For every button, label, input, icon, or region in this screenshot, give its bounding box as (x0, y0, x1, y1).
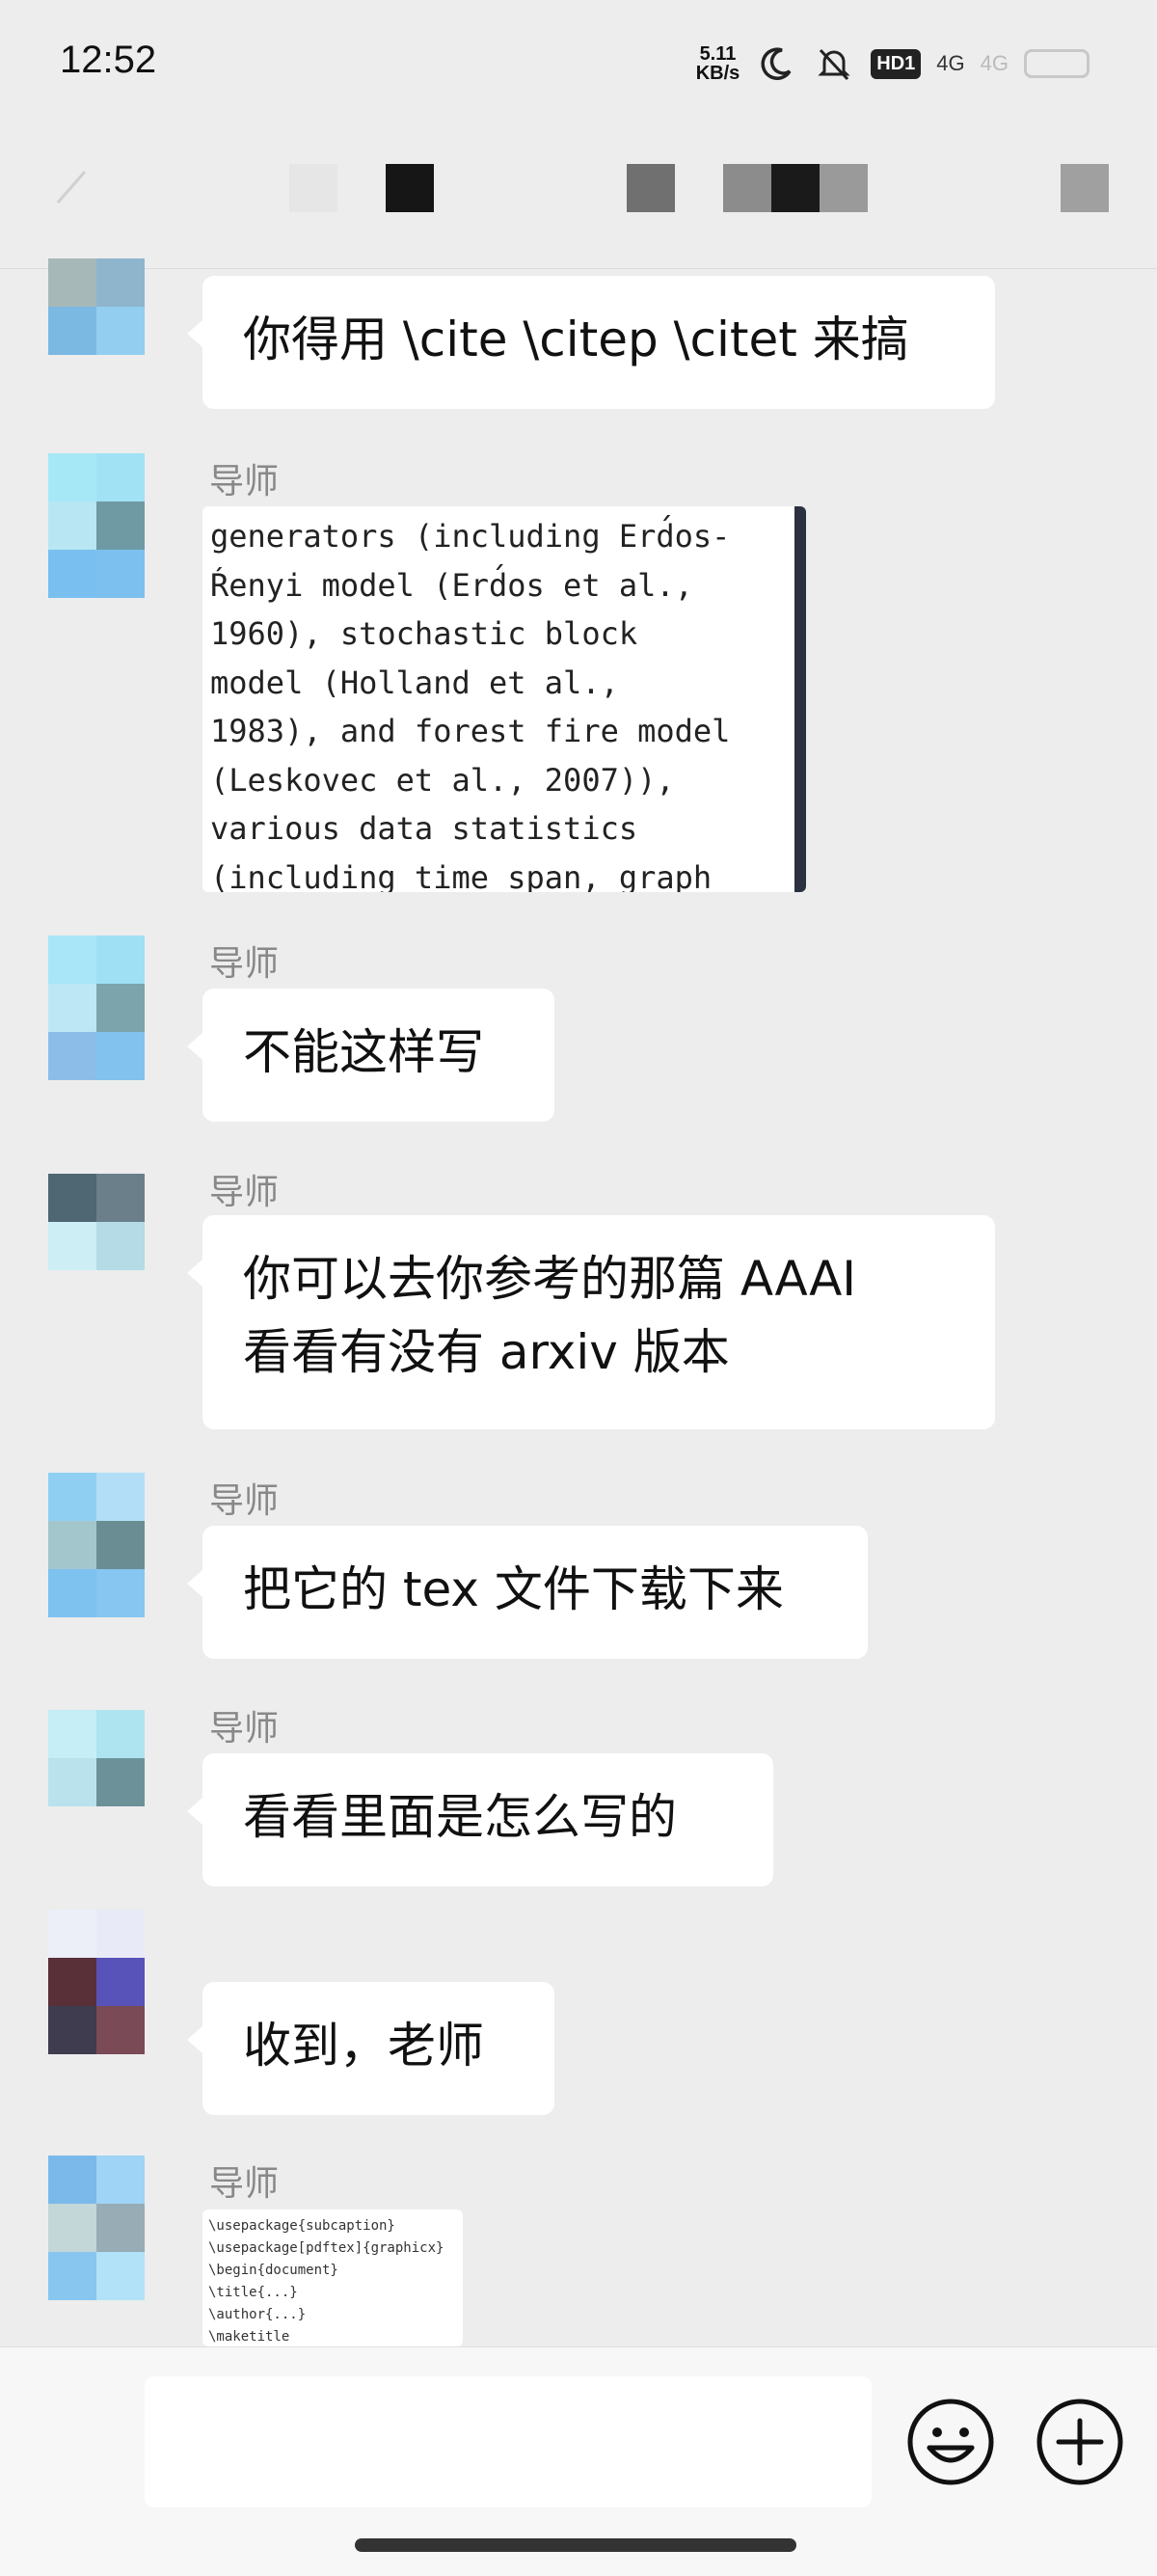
message-bubble[interactable]: 你得用 \cite \citep \citet 来搞 (187, 276, 995, 409)
message-bubble[interactable]: 收到，老师 (187, 1982, 554, 2115)
avatar[interactable] (48, 1174, 145, 1270)
add-icon[interactable] (1034, 2396, 1126, 2488)
sender-name: 导师 (209, 2164, 280, 2204)
hd-badge: HD1 (871, 48, 922, 79)
avatar[interactable] (48, 1710, 145, 1806)
avatar[interactable] (48, 258, 145, 355)
image-message-content: generators (including Erd́os- Ŕenyi mod… (210, 518, 731, 892)
avatar[interactable] (48, 1910, 145, 2054)
emoji-icon[interactable] (904, 2396, 997, 2488)
status-time: 12:52 (60, 39, 157, 81)
message-text: 不能这样写 (243, 1024, 484, 1080)
sender-name: 导师 (209, 1481, 280, 1521)
sender-name: 导师 (209, 462, 280, 502)
message-input[interactable] (145, 2376, 872, 2508)
signal-1-label: 4G (936, 51, 965, 75)
sender-name: 导师 (209, 1709, 280, 1749)
sender-name: 导师 (209, 944, 280, 984)
message-text-line-2: 看看有没有 arxiv 版本 (243, 1324, 730, 1380)
message-bubble[interactable]: 不能这样写 (187, 989, 554, 1122)
network-speed-unit: KB/s (695, 63, 740, 84)
chat-header (0, 125, 1157, 269)
signal-2-label: 4G (980, 51, 1009, 75)
message-bubble[interactable]: 你可以去你参考的那篇 AAAI 看看有没有 arxiv 版本 (187, 1215, 995, 1429)
message-bubble[interactable]: 把它的 tex 文件下载下来 (187, 1526, 868, 1659)
network-speed-value: 5.11 (699, 43, 737, 65)
message-text-line-1: 你可以去你参考的那篇 AAAI (243, 1251, 857, 1307)
back-arrow-icon[interactable] (52, 164, 91, 222)
bell-off-icon (813, 42, 855, 85)
image-message[interactable]: generators (including Erd́os- Ŕenyi mod… (202, 506, 806, 892)
image-scrollbar (794, 506, 806, 892)
network-speed: 5.11 KB/s (696, 44, 740, 83)
home-indicator[interactable] (355, 2538, 796, 2552)
avatar[interactable] (48, 453, 145, 598)
image-message-content: \usepackage{subcaption} \usepackage[pdft… (208, 2218, 444, 2345)
avatar[interactable] (48, 1473, 145, 1617)
avatar[interactable] (48, 2156, 145, 2300)
message-text: 收到，老师 (243, 2018, 484, 2074)
image-message[interactable]: \usepackage{subcaption} \usepackage[pdft… (202, 2210, 463, 2346)
moon-icon (755, 42, 797, 85)
sender-name: 导师 (209, 1173, 280, 1212)
message-text: 看看里面是怎么写的 (243, 1789, 677, 1845)
status-icons: 5.11 KB/s HD1 4G 4G (696, 42, 1090, 85)
message-text: 把它的 tex 文件下载下来 (243, 1561, 784, 1617)
message-bubble[interactable]: 看看里面是怎么写的 (187, 1753, 773, 1886)
avatar[interactable] (48, 935, 145, 1080)
status-bar: 12:52 5.11 KB/s HD1 4G 4G (0, 0, 1157, 125)
battery-icon (1024, 49, 1090, 78)
message-text: 你得用 \cite \citep \citet 来搞 (243, 312, 909, 367)
